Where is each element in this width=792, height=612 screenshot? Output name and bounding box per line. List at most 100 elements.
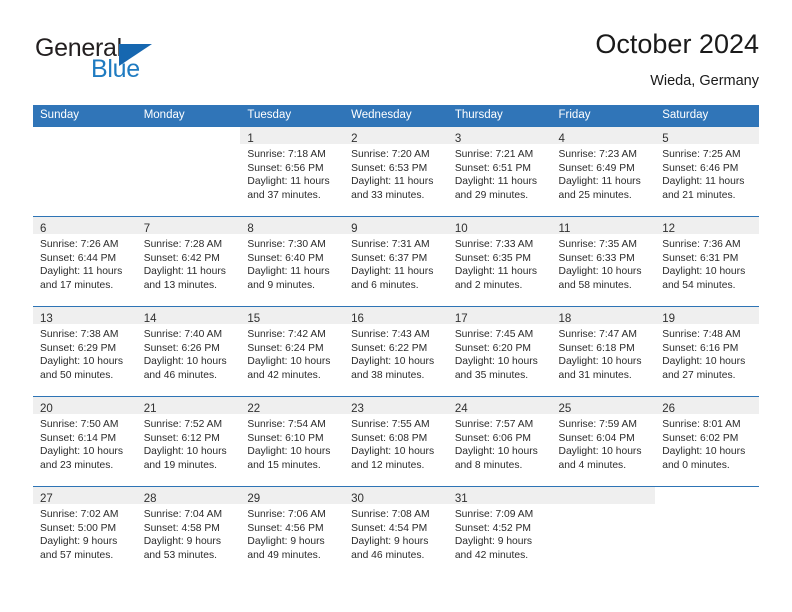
- day-cell[interactable]: 5 Sunrise: 7:25 AM Sunset: 6:46 PM Daylight…: [655, 126, 759, 217]
- daylight-duration-line2: and 42 minutes.: [454, 549, 529, 561]
- day-cell[interactable]: 25 Sunrise: 7:59 AM Sunset: 6:04 PM Dayligh…: [551, 396, 656, 487]
- sunset-time: Sunset: 6:56 PM: [247, 162, 324, 174]
- day-details: Sunrise: 7:57 AM Sunset: 6:06 PM Daylight:…: [448, 414, 552, 472]
- day-cell-inner: 10 Sunrise: 7:33 AM Sunset: 6:35 PM Dayligh…: [447, 217, 552, 306]
- day-number-band: 1: [240, 127, 345, 145]
- day-cell-inner: 31 Sunrise: 7:09 AM Sunset: 4:52 PM Dayligh…: [447, 487, 552, 569]
- day-cell[interactable]: 1 Sunrise: 7:18 AM Sunset: 6:56 PM Daylight…: [240, 126, 345, 217]
- daylight-duration-line1: Daylight: 10 hours: [351, 356, 435, 368]
- day-cell[interactable]: 3 Sunrise: 7:21 AM Sunset: 6:51 PM Daylight…: [447, 126, 552, 217]
- day-details: Sunrise: 7:35 AM Sunset: 6:33 PM Daylight:…: [552, 234, 656, 292]
- sunset-time: Sunset: 6:37 PM: [351, 252, 428, 264]
- weekday-header-friday: Friday: [551, 105, 656, 127]
- daylight-duration-line2: and 58 minutes.: [558, 279, 632, 291]
- day-details: Sunrise: 7:38 AM Sunset: 6:29 PM Daylight:…: [33, 324, 137, 382]
- daylight-duration-line2: and 35 minutes.: [454, 369, 529, 381]
- day-cell[interactable]: 28 Sunrise: 7:04 AM Sunset: 4:58 PM Dayligh…: [136, 486, 241, 569]
- day-details: Sunrise: 7:18 AM Sunset: 6:56 PM Daylight:…: [240, 144, 344, 202]
- day-cell-inner: 25 Sunrise: 7:59 AM Sunset: 6:04 PM Dayligh…: [551, 397, 656, 486]
- day-cell[interactable]: 6 Sunrise: 7:26 AM Sunset: 6:44 PM Daylight…: [33, 216, 137, 307]
- weekday-header-sunday: Sunday: [33, 105, 137, 127]
- day-details: Sunrise: 7:36 AM Sunset: 6:31 PM Daylight:…: [655, 234, 759, 292]
- day-details: Sunrise: 7:09 AM Sunset: 4:52 PM Daylight:…: [448, 504, 552, 562]
- sunset-time: Sunset: 6:20 PM: [454, 342, 531, 354]
- daylight-duration-line2: and 12 minutes.: [351, 459, 425, 471]
- day-cell-inner: 17 Sunrise: 7:45 AM Sunset: 6:20 PM Dayligh…: [447, 307, 552, 396]
- day-number-band: 18: [551, 307, 656, 325]
- day-number-band: 5: [655, 127, 759, 145]
- day-cell-inner: [137, 127, 241, 216]
- sunrise-time: Sunrise: 7:21 AM: [454, 149, 534, 160]
- day-number-band: 28: [136, 487, 241, 505]
- sunrise-time: Sunrise: 7:47 AM: [558, 329, 637, 340]
- page-subtitle: Wieda, Germany: [650, 73, 759, 89]
- daylight-duration-line2: and 8 minutes.: [454, 459, 523, 471]
- day-cell[interactable]: 24 Sunrise: 7:57 AM Sunset: 6:06 PM Dayligh…: [447, 396, 552, 487]
- day-number-band: 21: [136, 397, 241, 415]
- day-details: Sunrise: 7:23 AM Sunset: 6:49 PM Daylight:…: [552, 144, 656, 202]
- weekday-header-tuesday: Tuesday: [240, 105, 345, 127]
- daylight-duration-line1: Daylight: 10 hours: [662, 446, 746, 458]
- day-cell[interactable]: 19 Sunrise: 7:48 AM Sunset: 6:16 PM Dayligh…: [655, 306, 759, 397]
- day-number: 6: [40, 223, 47, 235]
- weekday-header-thursday: Thursday: [447, 105, 552, 127]
- day-number-band: 23: [344, 397, 448, 415]
- day-details: Sunrise: 7:42 AM Sunset: 6:24 PM Daylight:…: [240, 324, 344, 382]
- day-cell[interactable]: 21 Sunrise: 7:52 AM Sunset: 6:12 PM Dayligh…: [136, 396, 241, 487]
- day-cell[interactable]: 8 Sunrise: 7:30 AM Sunset: 6:40 PM Daylight…: [240, 216, 345, 307]
- sunset-time: Sunset: 6:35 PM: [454, 252, 531, 264]
- general-blue-logo[interactable]: General Blue: [33, 28, 253, 90]
- day-cell[interactable]: 18 Sunrise: 7:47 AM Sunset: 6:18 PM Dayligh…: [551, 306, 656, 397]
- day-number-band: 8: [240, 217, 345, 235]
- day-number: 27: [40, 493, 53, 505]
- day-cell[interactable]: 4 Sunrise: 7:23 AM Sunset: 6:49 PM Daylight…: [551, 126, 656, 217]
- day-cell-inner: 18 Sunrise: 7:47 AM Sunset: 6:18 PM Dayligh…: [551, 307, 656, 396]
- sunset-time: Sunset: 6:10 PM: [247, 432, 324, 444]
- day-cell[interactable]: 20 Sunrise: 7:50 AM Sunset: 6:14 PM Dayligh…: [33, 396, 137, 487]
- daylight-duration-line2: and 29 minutes.: [454, 189, 529, 201]
- day-cell[interactable]: 15 Sunrise: 7:42 AM Sunset: 6:24 PM Dayligh…: [240, 306, 345, 397]
- day-cell[interactable]: 10 Sunrise: 7:33 AM Sunset: 6:35 PM Dayligh…: [447, 216, 552, 307]
- day-number-band: 17: [447, 307, 552, 325]
- daylight-duration-line2: and 23 minutes.: [40, 459, 114, 471]
- day-cell[interactable]: 13 Sunrise: 7:38 AM Sunset: 6:29 PM Dayligh…: [33, 306, 137, 397]
- day-cell[interactable]: 30 Sunrise: 7:08 AM Sunset: 4:54 PM Dayligh…: [344, 486, 448, 569]
- sunset-time: Sunset: 6:08 PM: [351, 432, 428, 444]
- daylight-duration-line1: Daylight: 11 hours: [143, 266, 226, 278]
- day-cell[interactable]: 7 Sunrise: 7:28 AM Sunset: 6:42 PM Daylight…: [136, 216, 241, 307]
- day-details: Sunrise: 7:06 AM Sunset: 4:56 PM Daylight:…: [240, 504, 344, 562]
- sunrise-time: Sunrise: 7:18 AM: [247, 149, 326, 160]
- day-number: 7: [143, 223, 151, 235]
- daylight-duration-line2: and 19 minutes.: [143, 459, 217, 471]
- day-cell[interactable]: 14 Sunrise: 7:40 AM Sunset: 6:26 PM Dayligh…: [136, 306, 241, 397]
- day-cell[interactable]: 2 Sunrise: 7:20 AM Sunset: 6:53 PM Daylight…: [344, 126, 448, 217]
- day-cell[interactable]: 22 Sunrise: 7:54 AM Sunset: 6:10 PM Dayligh…: [240, 396, 345, 487]
- week-row: 6 Sunrise: 7:26 AM Sunset: 6:44 PM Daylight…: [33, 216, 759, 307]
- day-cell[interactable]: 26 Sunrise: 8:01 AM Sunset: 6:02 PM Dayligh…: [655, 396, 759, 487]
- day-cell[interactable]: 9 Sunrise: 7:31 AM Sunset: 6:37 PM Daylight…: [344, 216, 448, 307]
- day-cell[interactable]: 31 Sunrise: 7:09 AM Sunset: 4:52 PM Dayligh…: [447, 486, 552, 569]
- day-cell[interactable]: 16 Sunrise: 7:43 AM Sunset: 6:22 PM Dayligh…: [344, 306, 448, 397]
- sunset-time: Sunset: 6:22 PM: [351, 342, 428, 354]
- day-cell[interactable]: 11 Sunrise: 7:35 AM Sunset: 6:33 PM Dayligh…: [551, 216, 656, 307]
- day-number: 22: [247, 403, 261, 415]
- day-details: Sunrise: 7:45 AM Sunset: 6:20 PM Daylight:…: [448, 324, 552, 382]
- day-number: 30: [351, 493, 364, 505]
- day-cell[interactable]: 27 Sunrise: 7:02 AM Sunset: 5:00 PM Dayligh…: [33, 486, 137, 569]
- day-cell-inner: 15 Sunrise: 7:42 AM Sunset: 6:24 PM Dayligh…: [240, 307, 345, 396]
- day-details: Sunrise: 7:47 AM Sunset: 6:18 PM Daylight:…: [552, 324, 656, 382]
- daylight-duration-line2: and 49 minutes.: [247, 549, 321, 561]
- day-number: 12: [662, 223, 676, 235]
- day-number: 11: [558, 223, 571, 235]
- day-cell[interactable]: 29 Sunrise: 7:06 AM Sunset: 4:56 PM Dayligh…: [240, 486, 345, 569]
- sunset-time: Sunset: 6:42 PM: [143, 252, 220, 264]
- day-cell-inner: 20 Sunrise: 7:50 AM Sunset: 6:14 PM Dayligh…: [33, 397, 137, 486]
- day-number-band: 31: [447, 487, 552, 505]
- daylight-duration-line2: and 0 minutes.: [662, 459, 730, 471]
- day-cell[interactable]: 12 Sunrise: 7:36 AM Sunset: 6:31 PM Dayligh…: [655, 216, 759, 307]
- daylight-duration-line2: and 50 minutes.: [40, 369, 114, 381]
- sunset-time: Sunset: 6:04 PM: [558, 432, 635, 444]
- day-cell[interactable]: 23 Sunrise: 7:55 AM Sunset: 6:08 PM Dayligh…: [344, 396, 448, 487]
- day-cell[interactable]: 17 Sunrise: 7:45 AM Sunset: 6:20 PM Dayligh…: [447, 306, 552, 397]
- sunset-time: Sunset: 4:58 PM: [143, 522, 220, 534]
